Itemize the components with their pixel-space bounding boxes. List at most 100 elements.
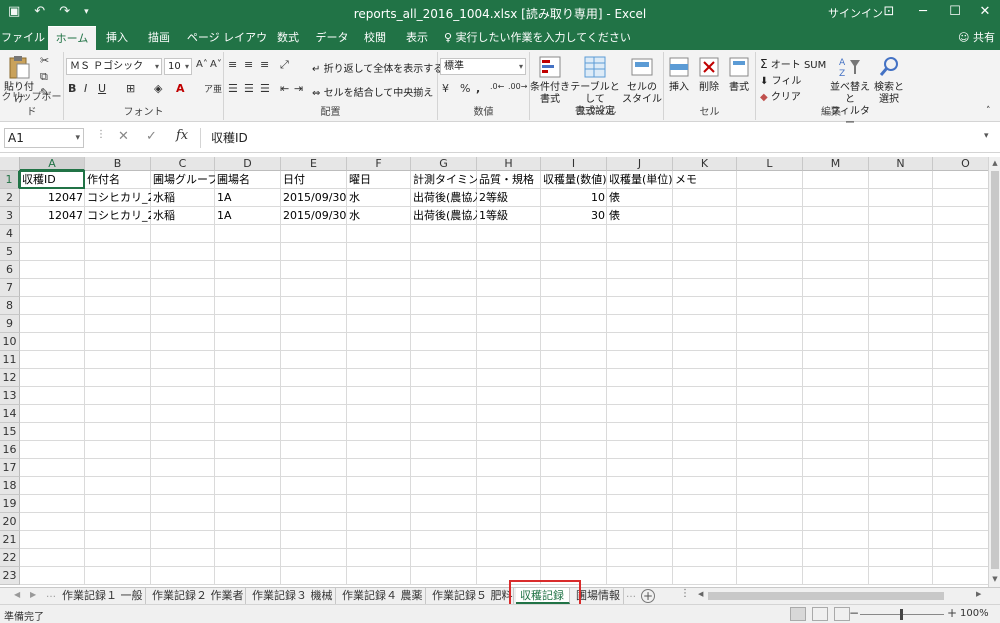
- page-layout-view-button[interactable]: [812, 607, 828, 621]
- column-header-m[interactable]: M: [803, 157, 869, 171]
- cell-g1[interactable]: 計測タイミング: [411, 171, 477, 189]
- cell-styles-button[interactable]: セルの スタイル: [622, 54, 662, 106]
- row-header-2[interactable]: 2: [0, 189, 20, 207]
- row-header-3[interactable]: 3: [0, 207, 20, 225]
- sheet-tab-1[interactable]: 作業記録１ 一般: [58, 588, 146, 604]
- confirm-entry-icon[interactable]: ✓: [146, 129, 157, 144]
- cell-d2[interactable]: 1A: [215, 189, 281, 207]
- bold-button[interactable]: B: [68, 82, 76, 95]
- cell-c2[interactable]: 水稲: [151, 189, 215, 207]
- ribbon-display-options-icon[interactable]: ⊡: [872, 1, 906, 23]
- number-format-combo[interactable]: 標準 ▾: [440, 58, 526, 75]
- column-header-g[interactable]: G: [411, 157, 477, 171]
- expand-formula-bar-icon[interactable]: ▾: [984, 131, 989, 141]
- maximize-button[interactable]: ☐: [938, 1, 972, 23]
- fill-button[interactable]: ⬇ フィル: [760, 72, 801, 87]
- align-right-icon[interactable]: ☰: [260, 82, 270, 95]
- tab-data[interactable]: データ: [312, 26, 352, 50]
- sheet-tab-5[interactable]: 作業記録５ 肥料: [428, 588, 514, 604]
- horizontal-scrollbar[interactable]: ◀ ▶: [696, 590, 988, 602]
- row-header-4[interactable]: 4: [0, 225, 20, 243]
- zoom-in-button[interactable]: +: [947, 606, 957, 620]
- decrease-decimal-icon[interactable]: .00→: [508, 82, 527, 91]
- row-header-17[interactable]: 17: [0, 459, 20, 477]
- column-header-b[interactable]: B: [85, 157, 151, 171]
- row-header-15[interactable]: 15: [0, 423, 20, 441]
- insert-cells-button[interactable]: 挿入: [664, 54, 694, 94]
- percent-icon[interactable]: %: [460, 82, 470, 95]
- wrap-text-button[interactable]: ↵ 折り返して全体を表示する: [312, 60, 443, 75]
- column-header-e[interactable]: E: [281, 157, 347, 171]
- column-header-h[interactable]: H: [477, 157, 541, 171]
- increase-decimal-icon[interactable]: .0←: [490, 82, 504, 91]
- zoom-slider-thumb[interactable]: [900, 609, 903, 620]
- vertical-scrollbar[interactable]: ▲ ▼: [988, 157, 1000, 587]
- row-header-16[interactable]: 16: [0, 441, 20, 459]
- cell-j2[interactable]: 俵: [607, 189, 673, 207]
- collapse-ribbon-icon[interactable]: ˄: [986, 106, 991, 116]
- cell-i3[interactable]: 30: [541, 207, 607, 225]
- row-header-8[interactable]: 8: [0, 297, 20, 315]
- tab-review[interactable]: 校閲: [358, 26, 392, 50]
- column-header-c[interactable]: C: [151, 157, 215, 171]
- sheet-tab-2[interactable]: 作業記録２ 作業者: [148, 588, 246, 604]
- cell-d3[interactable]: 1A: [215, 207, 281, 225]
- more-sheets-right-icon[interactable]: …: [626, 589, 636, 600]
- next-sheet-icon[interactable]: ▶: [30, 590, 36, 599]
- cell-a2[interactable]: 12047: [20, 189, 85, 207]
- shrink-font-icon[interactable]: A˅: [210, 59, 222, 70]
- sheet-tab-6[interactable]: 収穫記録: [516, 588, 570, 604]
- cell-e2[interactable]: 2015/09/30: [281, 189, 347, 207]
- align-top-icon[interactable]: ≡: [228, 58, 237, 71]
- sheet-tab-4[interactable]: 作業記録４ 農薬: [338, 588, 426, 604]
- cell-f3[interactable]: 水: [347, 207, 411, 225]
- normal-view-button[interactable]: [790, 607, 806, 621]
- row-header-22[interactable]: 22: [0, 549, 20, 567]
- font-size-combo[interactable]: 10 ▾: [164, 58, 192, 75]
- scroll-right-icon[interactable]: ▶: [976, 590, 981, 598]
- grow-font-icon[interactable]: A˄: [196, 59, 208, 70]
- cell-h1[interactable]: 品質・規格: [477, 171, 541, 189]
- tab-insert[interactable]: 挿入: [98, 26, 136, 50]
- tab-home[interactable]: ホーム: [48, 26, 96, 50]
- cell-e3[interactable]: 2015/09/30: [281, 207, 347, 225]
- minimize-button[interactable]: ─: [906, 1, 940, 23]
- column-header-j[interactable]: J: [607, 157, 673, 171]
- row-header-7[interactable]: 7: [0, 279, 20, 297]
- worksheet-grid[interactable]: ABCDEFGHIJKLMNO 1 2 3 4 5 6 7 8 9 10 11 12 13 14 15 16 1…: [0, 157, 988, 587]
- name-box[interactable]: A1 ▾: [4, 128, 84, 148]
- tab-page-layout[interactable]: ページ レイアウト: [182, 26, 272, 68]
- page-break-preview-button[interactable]: [834, 607, 850, 621]
- column-header-n[interactable]: N: [869, 157, 933, 171]
- cell-g3[interactable]: 出荷後(農協入: [411, 207, 477, 225]
- cell-i2[interactable]: 10: [541, 189, 607, 207]
- row-header-6[interactable]: 6: [0, 261, 20, 279]
- horizontal-scroll-thumb[interactable]: [708, 592, 944, 600]
- cell-c1[interactable]: 圃場グループ: [151, 171, 215, 189]
- align-bottom-icon[interactable]: ≡: [260, 58, 269, 71]
- scroll-up-icon[interactable]: ▲: [989, 159, 1000, 167]
- row-header-19[interactable]: 19: [0, 495, 20, 513]
- clear-button[interactable]: ◆ クリア: [760, 88, 801, 103]
- increase-indent-icon[interactable]: ⇥: [294, 82, 303, 95]
- cell-f1[interactable]: 曜日: [347, 171, 411, 189]
- row-header-9[interactable]: 9: [0, 315, 20, 333]
- cell-f2[interactable]: 水: [347, 189, 411, 207]
- add-sheet-button[interactable]: +: [641, 589, 655, 603]
- row-header-5[interactable]: 5: [0, 243, 20, 261]
- tab-draw[interactable]: 描画: [140, 26, 178, 50]
- orientation-icon[interactable]: ⤢: [280, 58, 289, 72]
- cell-i1[interactable]: 収穫量(数値): [541, 171, 607, 189]
- insert-function-button[interactable]: fx: [176, 128, 188, 143]
- column-header-f[interactable]: F: [347, 157, 411, 171]
- font-color-icon[interactable]: A: [176, 82, 185, 95]
- font-name-combo[interactable]: ＭＳ Ｐゴシック ▾: [66, 58, 162, 75]
- more-sheets-icon[interactable]: …: [46, 589, 56, 600]
- conditional-format-button[interactable]: 条件付き 書式: [530, 54, 570, 106]
- underline-button[interactable]: U: [98, 82, 106, 95]
- cell-a1[interactable]: 収穫ID: [20, 171, 85, 189]
- row-header-18[interactable]: 18: [0, 477, 20, 495]
- cell-d1[interactable]: 圃場名: [215, 171, 281, 189]
- prev-sheet-icon[interactable]: ◀: [14, 590, 20, 599]
- close-button[interactable]: ✕: [968, 1, 1000, 23]
